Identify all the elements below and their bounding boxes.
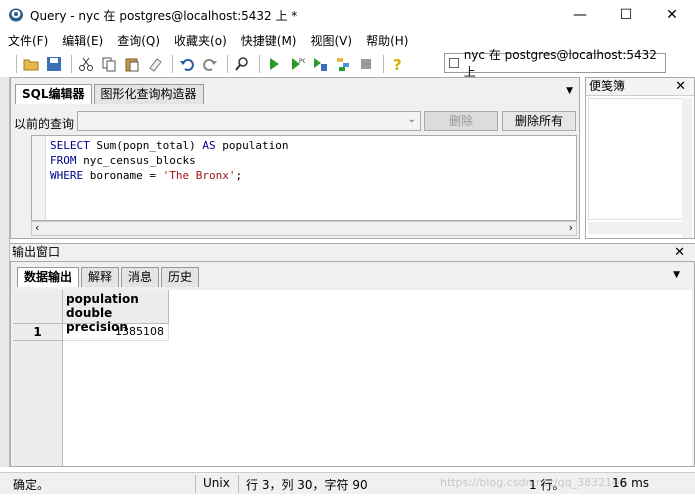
column-header[interactable]: population double precision bbox=[63, 290, 169, 334]
stop-icon[interactable] bbox=[356, 54, 376, 74]
copy-icon[interactable] bbox=[99, 54, 119, 74]
menu-help[interactable]: 帮助(H) bbox=[366, 32, 408, 49]
menu-macros[interactable]: 快捷键(M) bbox=[241, 32, 297, 49]
toolbar-separator bbox=[227, 55, 228, 73]
tab-sql-editor[interactable]: SQL编辑器 bbox=[15, 84, 92, 104]
column-name: population bbox=[66, 292, 139, 306]
output-window-title: 输出窗口 bbox=[12, 245, 61, 259]
code-text: nyc_census_blocks bbox=[76, 154, 196, 167]
status-cursor-position: 行 3，列 30，字符 90 bbox=[246, 478, 368, 492]
close-button[interactable]: ✕ bbox=[649, 0, 695, 30]
toolbar-separator bbox=[71, 55, 72, 73]
tab-messages[interactable]: 消息 bbox=[121, 267, 160, 287]
tab-history[interactable]: 历史 bbox=[161, 267, 200, 287]
menu-file[interactable]: 文件(F) bbox=[8, 32, 48, 49]
delete-button[interactable]: 删除 bbox=[424, 111, 498, 131]
scratch-pad-panel: 便笺簿 ✕ bbox=[585, 77, 695, 239]
toolbar-separator bbox=[383, 55, 384, 73]
svg-text:PG: PG bbox=[299, 58, 305, 65]
scratch-pad-title: 便笺簿 bbox=[589, 79, 626, 93]
code-line: SELECT Sum(popn_total) AS population bbox=[50, 138, 576, 153]
code-text: population bbox=[215, 139, 289, 152]
status-exec-time: 16 ms bbox=[612, 476, 650, 490]
chevron-down-icon: ⌄ bbox=[407, 114, 416, 125]
code-text: Sum(popn_total) bbox=[89, 139, 203, 152]
toolbar-separator bbox=[16, 55, 17, 73]
status-bar: 确定。 Unix 行 3，列 30，字符 90 https://blog.csd… bbox=[0, 472, 695, 494]
scratch-pad-close-icon[interactable]: ✕ bbox=[675, 78, 686, 95]
status-divider bbox=[238, 475, 239, 493]
code-line: FROM nyc_census_blocks bbox=[50, 153, 576, 168]
editor-gutter bbox=[32, 136, 46, 220]
find-icon[interactable] bbox=[232, 54, 252, 74]
delete-all-button[interactable]: 删除所有 bbox=[502, 111, 576, 131]
result-grid: population double precision 1 1385108 bbox=[13, 290, 692, 466]
menu-query[interactable]: 查询(Q) bbox=[117, 32, 160, 49]
code-string: 'The Bronx' bbox=[162, 169, 236, 182]
scroll-right-icon[interactable]: › bbox=[569, 221, 573, 234]
status-divider bbox=[195, 475, 196, 493]
row-header-strip bbox=[13, 341, 63, 466]
output-close-icon[interactable]: ✕ bbox=[674, 244, 685, 261]
code-text: boroname = bbox=[83, 169, 163, 182]
app-icon bbox=[9, 8, 23, 22]
minimize-button[interactable]: — bbox=[557, 0, 603, 30]
row-header[interactable]: 1 bbox=[13, 324, 63, 341]
previous-queries-label: 以前的查询 bbox=[14, 117, 75, 131]
result-cell[interactable]: 1385108 bbox=[63, 324, 169, 341]
toolbar-separator bbox=[259, 55, 260, 73]
connection-selector[interactable]: nyc 在 postgres@localhost:5432 上 bbox=[444, 48, 666, 79]
window-title: Query - nyc 在 postgres@localhost:5432 上 … bbox=[30, 8, 298, 23]
connection-label: nyc 在 postgres@localhost:5432 上 bbox=[463, 48, 657, 79]
scroll-left-icon[interactable]: ‹ bbox=[35, 221, 39, 234]
left-edge-strip bbox=[0, 77, 10, 467]
connection-checkbox[interactable] bbox=[449, 58, 459, 68]
output-panel: 数据输出 解释 消息 历史 ▼ population double precis… bbox=[10, 261, 695, 467]
menu-edit[interactable]: 编辑(E) bbox=[62, 32, 103, 49]
toolbar-separator bbox=[172, 55, 173, 73]
code-keyword: AS bbox=[202, 139, 216, 152]
menu-view[interactable]: 视图(V) bbox=[310, 32, 352, 49]
execute-icon[interactable] bbox=[264, 54, 284, 74]
cut-icon[interactable] bbox=[76, 54, 96, 74]
code-text: ; bbox=[235, 169, 243, 182]
execute-pgscript-icon[interactable]: PG bbox=[287, 54, 307, 74]
code-keyword: FROM bbox=[50, 154, 77, 167]
tab-graphical-query-builder[interactable]: 图形化查询构造器 bbox=[93, 84, 204, 104]
execute-to-file-icon[interactable] bbox=[310, 54, 330, 74]
sql-editor-panel: SQL编辑器 图形化查询构造器 ▼ 以前的查询 ⌄ 删除 删除所有 SELECT… bbox=[10, 77, 580, 239]
svg-text:?: ? bbox=[393, 56, 402, 72]
undo-icon[interactable] bbox=[177, 54, 197, 74]
clear-icon[interactable] bbox=[145, 54, 165, 74]
scratch-pad-textarea[interactable] bbox=[588, 98, 684, 220]
output-window-header: 输出窗口 ✕ bbox=[10, 243, 695, 261]
editor-horizontal-scrollbar[interactable]: ‹ › bbox=[31, 221, 577, 236]
scratch-pad-header: 便笺簿 ✕ bbox=[586, 78, 694, 96]
save-icon[interactable] bbox=[44, 54, 64, 74]
scratch-pad-horizontal-scrollbar[interactable] bbox=[588, 222, 684, 234]
scratch-pad-vertical-scrollbar[interactable] bbox=[682, 98, 692, 238]
sql-code-editor[interactable]: SELECT Sum(popn_total) AS population FRO… bbox=[31, 135, 577, 221]
menu-favourites[interactable]: 收藏夹(o) bbox=[174, 32, 227, 49]
code-keyword: WHERE bbox=[50, 169, 84, 182]
tab-list-arrow-icon[interactable]: ▼ bbox=[566, 86, 573, 96]
explain-icon[interactable] bbox=[333, 54, 353, 74]
status-row-count: 1 行。 bbox=[529, 478, 565, 492]
paste-icon[interactable] bbox=[122, 54, 142, 74]
output-tab-list-arrow-icon[interactable]: ▼ bbox=[673, 270, 680, 280]
status-line-ending: Unix bbox=[203, 476, 230, 490]
code-line: WHERE boroname = 'The Bronx'; bbox=[50, 168, 576, 183]
help-icon[interactable]: ? bbox=[388, 54, 408, 74]
tab-explain[interactable]: 解释 bbox=[81, 267, 120, 287]
code-keyword: SELECT bbox=[50, 139, 90, 152]
open-file-icon[interactable] bbox=[21, 54, 41, 74]
tab-data-output[interactable]: 数据输出 bbox=[17, 267, 80, 287]
previous-queries-select[interactable]: ⌄ bbox=[77, 111, 421, 131]
redo-icon[interactable] bbox=[200, 54, 220, 74]
maximize-button[interactable]: ☐ bbox=[603, 0, 649, 30]
grid-corner[interactable] bbox=[13, 290, 63, 324]
status-ready: 确定。 bbox=[13, 478, 50, 492]
